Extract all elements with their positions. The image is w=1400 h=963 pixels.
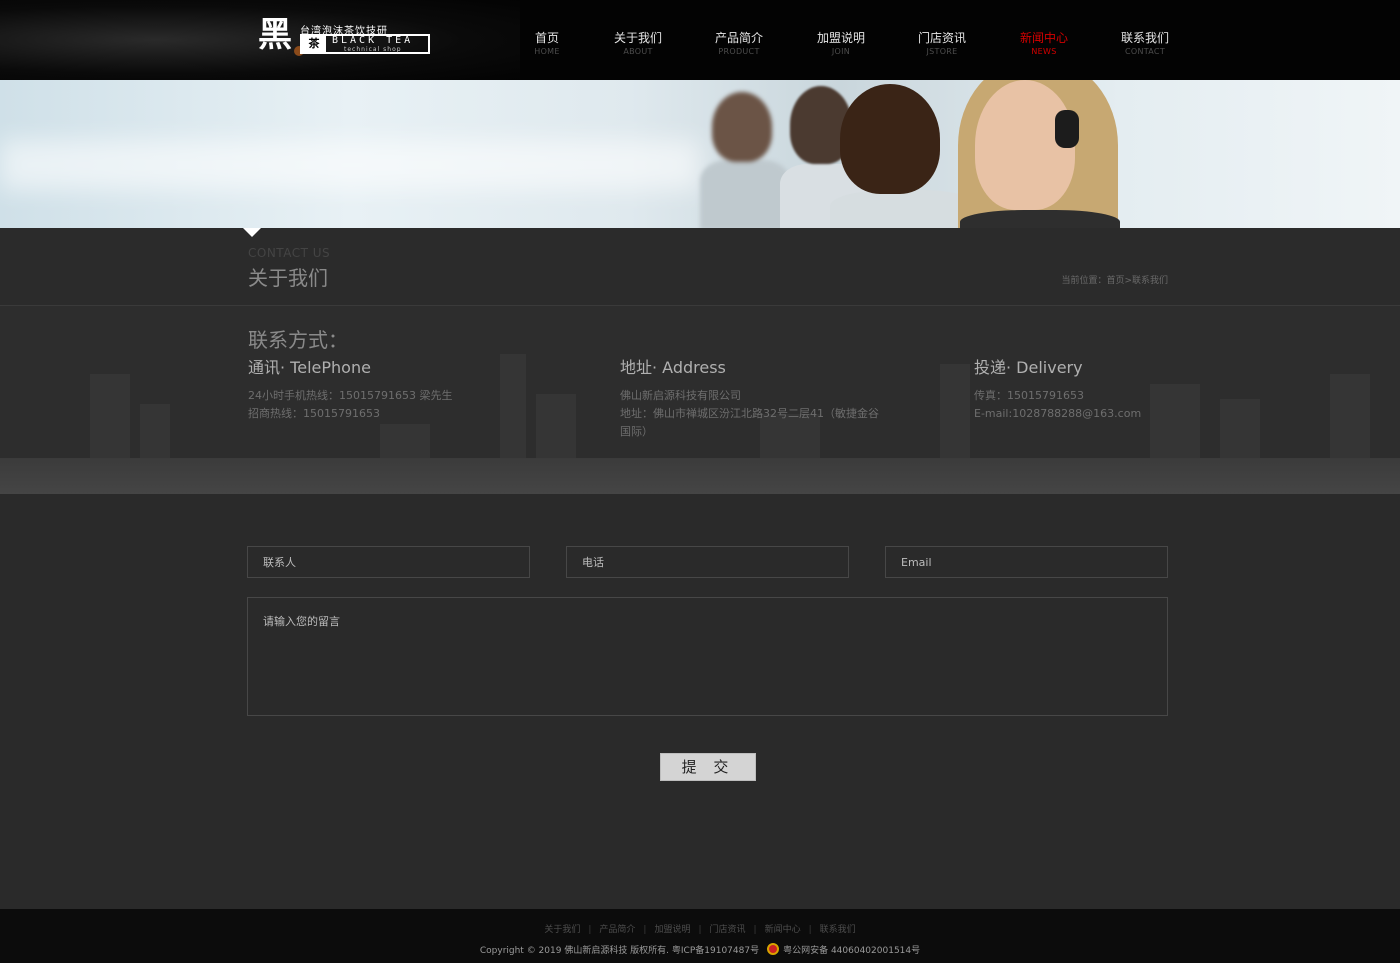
phone-input[interactable] xyxy=(567,547,848,577)
nav-item-home[interactable]: 首页 HOME xyxy=(507,30,587,58)
page-title-bar: CONTACT US 关于我们 当前位置：首页>联系我们 xyxy=(0,228,1400,306)
footer-separator: | xyxy=(753,925,757,935)
footer-separator: | xyxy=(698,925,702,935)
headset-icon xyxy=(1055,110,1079,148)
nav-label: 首页 xyxy=(534,31,559,45)
site-logo[interactable]: 黑 台湾泡沫茶饮技研 茶 BLACK TEA technical shop xyxy=(258,16,433,58)
contact-line: 地址：佛山市禅城区汾江北路32号二层41（敏捷金谷 xyxy=(620,407,879,420)
contact-line: 佛山新启源科技有限公司 xyxy=(620,389,741,402)
copyright-text[interactable]: Copyright © 2019 佛山新启源科技 版权所有. 粤ICP备1910… xyxy=(480,946,759,956)
footer-link-about[interactable]: 关于我们 xyxy=(544,925,580,935)
message-textarea[interactable] xyxy=(248,598,1167,715)
banner-person xyxy=(712,92,772,162)
footer-link-join[interactable]: 加盟说明 xyxy=(654,925,690,935)
contact-address: 地址· Address 佛山新启源科技有限公司 地址：佛山市禅城区汾江北路32号… xyxy=(620,358,890,441)
contact-line: 传真：15015791653 xyxy=(974,389,1084,402)
footer-nav: 关于我们 | 产品简介 | 加盟说明 | 门店资讯 | 新闻中心 | 联系我们 xyxy=(0,922,1400,935)
nav-label: 产品简介 xyxy=(714,31,763,45)
footer-link-contact[interactable]: 联系我们 xyxy=(820,925,856,935)
email-input[interactable] xyxy=(886,547,1167,577)
contact-info-section: 联系方式： 通讯· TelePhone 24小时手机热线：15015791653… xyxy=(0,306,1400,494)
contact-name-input[interactable] xyxy=(248,547,529,577)
contact-line: 招商热线：15015791653 xyxy=(248,407,380,420)
nav-sublabel: HOME xyxy=(534,47,560,56)
logo-box-char: 茶 xyxy=(302,36,326,52)
nav-item-news[interactable]: 新闻中心 NEWS xyxy=(1004,30,1084,58)
nav-item-about[interactable]: 关于我们 ABOUT xyxy=(598,30,678,58)
nav-label: 新闻中心 xyxy=(1019,31,1068,45)
page-title: 关于我们 xyxy=(248,266,328,290)
page-title-en: CONTACT US xyxy=(248,246,331,260)
nav-sublabel: JOIN xyxy=(831,47,851,56)
nav-label: 关于我们 xyxy=(613,31,662,45)
logo-en-text: BLACK TEA xyxy=(332,35,414,46)
message-field xyxy=(247,597,1168,716)
footer-copyright: Copyright © 2019 佛山新启源科技 版权所有. 粤ICP备1910… xyxy=(0,943,1400,956)
footer-separator: | xyxy=(643,925,647,935)
contact-telephone: 通讯· TelePhone 24小时手机热线：15015791653 梁先生 招… xyxy=(248,358,568,423)
logo-sub-text: technical shop xyxy=(344,46,402,53)
nav-label: 加盟说明 xyxy=(816,31,865,45)
contact-delivery-title: 投递· Delivery xyxy=(974,358,1083,377)
nav-item-join[interactable]: 加盟说明 JOIN xyxy=(801,30,881,58)
nav-item-product[interactable]: 产品简介 PRODUCT xyxy=(699,30,779,58)
contact-name-field xyxy=(247,546,530,578)
footer-link-news[interactable]: 新闻中心 xyxy=(765,925,801,935)
logo-box: 茶 BLACK TEA technical shop xyxy=(300,34,430,54)
logo-mark: 黑 xyxy=(258,15,292,55)
skyline-road xyxy=(0,458,1400,494)
contact-line: E-mail:1028788288@163.com xyxy=(974,407,1142,420)
nav-sublabel: PRODUCT xyxy=(718,47,760,56)
footer-link-store[interactable]: 门店资讯 xyxy=(710,925,746,935)
nav-sublabel: NEWS xyxy=(1031,47,1057,56)
phone-field xyxy=(566,546,849,578)
nav-sublabel: CONTACT xyxy=(1124,47,1166,56)
police-record-text[interactable]: 粤公网安备 44060402001514号 xyxy=(783,946,920,956)
police-badge-icon xyxy=(767,943,780,955)
contact-address-title: 地址· Address xyxy=(620,358,726,377)
contact-delivery: 投递· Delivery 传真：15015791653 E-mail:10287… xyxy=(974,358,1174,423)
footer-separator: | xyxy=(588,925,592,935)
pointer-notch-icon xyxy=(243,228,261,237)
submit-button[interactable]: 提 交 xyxy=(660,753,756,781)
footer-separator: | xyxy=(808,925,812,935)
banner-person xyxy=(960,210,1120,228)
email-field xyxy=(885,546,1168,578)
contact-heading: 联系方式： xyxy=(248,328,348,352)
contact-line: 国际） xyxy=(620,425,653,438)
nav-item-store[interactable]: 门店资讯 JSTORE xyxy=(902,30,982,58)
contact-telephone-title: 通讯· TelePhone xyxy=(248,358,371,377)
contact-line: 24小时手机热线：15015791653 梁先生 xyxy=(248,389,453,402)
site-header: 黑 台湾泡沫茶饮技研 茶 BLACK TEA technical shop 首页… xyxy=(0,0,1400,80)
nav-sublabel: JSTORE xyxy=(926,47,958,56)
footer-link-product[interactable]: 产品简介 xyxy=(599,925,635,935)
nav-item-contact[interactable]: 联系我们 CONTACT xyxy=(1105,30,1185,58)
banner-person xyxy=(700,160,790,228)
nav-label: 门店资讯 xyxy=(917,31,966,45)
nav-label: 联系我们 xyxy=(1120,31,1169,45)
hero-banner xyxy=(0,80,1400,228)
breadcrumb[interactable]: 当前位置：首页>联系我们 xyxy=(1061,273,1168,286)
banner-person xyxy=(840,84,940,194)
nav-sublabel: ABOUT xyxy=(623,47,653,56)
site-footer: 关于我们 | 产品简介 | 加盟说明 | 门店资讯 | 新闻中心 | 联系我们 Copyright … xyxy=(0,909,1400,963)
